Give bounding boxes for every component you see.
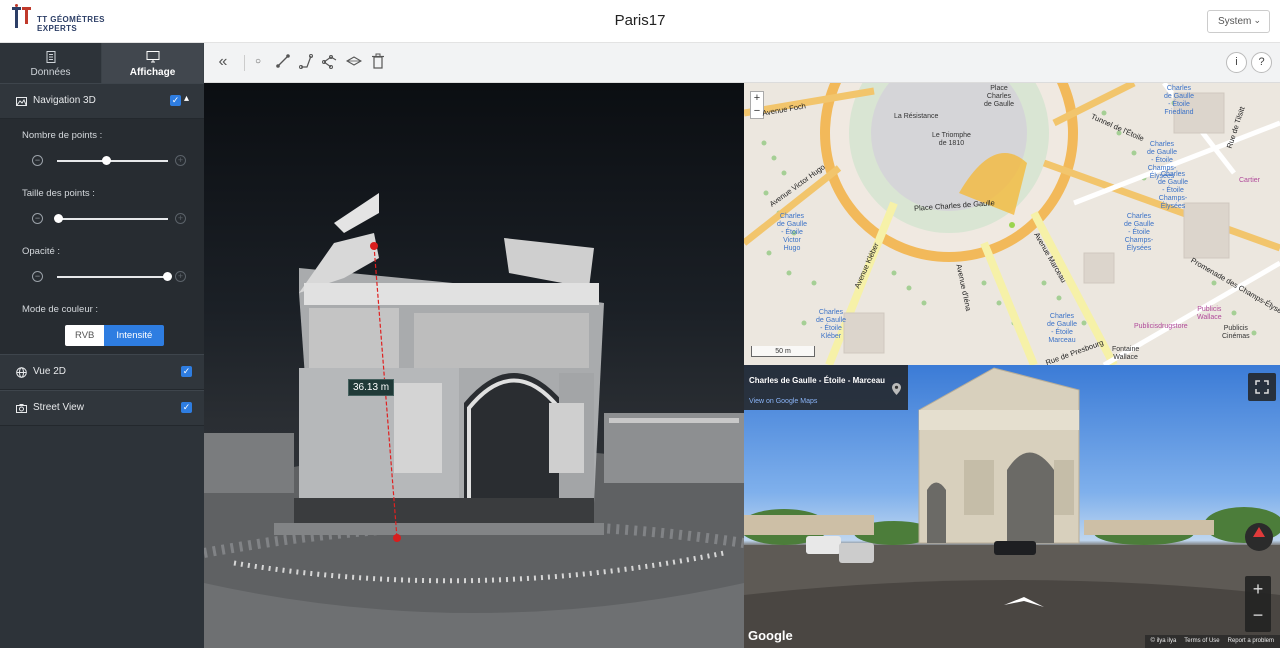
map-label-publicis-drug: Publicisdrugstore bbox=[1134, 323, 1188, 330]
tab-donnees[interactable]: Données bbox=[0, 43, 102, 83]
height-tool-icon[interactable] bbox=[297, 53, 315, 71]
point-size-minus-icon[interactable]: − bbox=[32, 213, 43, 224]
map-2d[interactable]: + − 50 m Place Charles de Gaulle La Résis… bbox=[744, 83, 1280, 365]
point-cloud-render bbox=[204, 193, 744, 648]
vue-2d-checkbox[interactable]: ✓ bbox=[181, 366, 192, 377]
navigation-3d-panel: Nombre de points : − + Taille des points… bbox=[0, 119, 204, 354]
opacity-slider[interactable] bbox=[57, 272, 172, 281]
point-cloud-viewer[interactable]: 36.13 m bbox=[204, 83, 744, 648]
copyright-text: © ilya ilya bbox=[1150, 638, 1177, 644]
point-count-label: Nombre de points : bbox=[22, 130, 103, 141]
info-icon[interactable]: i bbox=[1226, 52, 1247, 73]
app-header: TT GÉOMÈTRES EXPERTS Paris17 System ⌄ bbox=[0, 0, 1280, 43]
tab-donnees-label: Données bbox=[30, 67, 71, 78]
distance-tool-icon[interactable] bbox=[274, 53, 292, 71]
point-count-minus-icon[interactable]: − bbox=[32, 155, 43, 166]
point-tool-icon[interactable]: ○ bbox=[249, 53, 267, 71]
document-icon bbox=[46, 51, 55, 63]
point-size-label: Taille des points : bbox=[22, 188, 95, 199]
point-count-slider-handle[interactable] bbox=[102, 156, 111, 165]
street-view-panel[interactable]: Charles de Gaulle - Étoile - Marceau Vie… bbox=[744, 365, 1280, 648]
globe-icon bbox=[16, 367, 27, 378]
map-label-cartier: Cartier bbox=[1239, 177, 1261, 184]
opacity-label: Opacité : bbox=[22, 246, 61, 257]
street-view-zoom-control[interactable]: + − bbox=[1245, 576, 1271, 632]
map-label-place-cdg: Place Charles de Gaulle bbox=[984, 85, 1014, 108]
point-count-slider[interactable] bbox=[57, 156, 168, 165]
image-icon bbox=[16, 97, 27, 106]
trash-icon[interactable] bbox=[369, 53, 387, 71]
street-view-title: Charles de Gaulle - Étoile - Marceau bbox=[749, 376, 886, 385]
tab-affichage[interactable]: Affichage bbox=[102, 43, 204, 83]
color-mode-intensite-button[interactable]: Intensité bbox=[104, 325, 165, 346]
page-title: Paris17 bbox=[614, 12, 666, 29]
map-label-cdg-hugo: Charles de Gaulle - Étoile Victor Hugo bbox=[777, 213, 807, 252]
toolbar-divider bbox=[244, 55, 245, 71]
point-count-plus-icon[interactable]: + bbox=[175, 155, 186, 166]
collapse-sidebar-icon[interactable]: « bbox=[214, 53, 232, 71]
map-label-cdg-marceau: Charles de Gaulle - Étoile Marceau bbox=[1047, 313, 1077, 344]
fullscreen-button[interactable] bbox=[1248, 373, 1276, 401]
monitor-icon bbox=[146, 51, 159, 63]
street-view-checkbox[interactable]: ✓ bbox=[181, 402, 192, 413]
map-label-cdg-kleber: Charles de Gaulle - Étoile Kléber bbox=[816, 309, 846, 340]
point-size-slider-handle[interactable] bbox=[54, 214, 63, 223]
map-pin-icon[interactable] bbox=[892, 383, 901, 395]
report-problem-link[interactable]: Report a problem bbox=[1228, 638, 1274, 645]
opacity-plus-icon[interactable]: + bbox=[175, 271, 186, 282]
google-logo: Google bbox=[748, 628, 793, 643]
map-label-cdg-champs-2: Charles de Gaulle - Étoile Champs- Élysé… bbox=[1158, 171, 1188, 210]
theme-select-value: System bbox=[1218, 16, 1252, 27]
map-label-resistance: La Résistance bbox=[894, 113, 939, 120]
section-navigation-3d[interactable]: Navigation 3D ✓ ▴ bbox=[0, 83, 204, 119]
opacity-slider-handle[interactable] bbox=[163, 272, 172, 281]
map-label-friedland: Charles de Gaulle - Étoile Friedland bbox=[1164, 85, 1194, 116]
theme-select[interactable]: System ⌄ bbox=[1207, 10, 1270, 33]
map-scale: 50 m bbox=[751, 346, 815, 357]
camera-icon bbox=[16, 404, 27, 413]
opacity-minus-icon[interactable]: − bbox=[32, 271, 43, 282]
measure-toolbar: « ○ i ? bbox=[204, 43, 1280, 83]
street-view-footer: © ilya ilya Terms of Use Report a proble… bbox=[1144, 635, 1280, 648]
fullscreen-icon bbox=[1255, 380, 1269, 394]
area-tool-icon[interactable] bbox=[345, 53, 363, 71]
measurement-label: 36.13 m bbox=[348, 379, 395, 396]
map-label-fontaine: Fontaine Wallace bbox=[1112, 346, 1140, 361]
terms-link[interactable]: Terms of Use bbox=[1184, 638, 1219, 645]
street-view-label: Street View bbox=[33, 402, 84, 413]
angle-tool-icon[interactable] bbox=[321, 53, 339, 71]
view-on-google-maps-link[interactable]: View on Google Maps bbox=[749, 398, 817, 405]
navigation-3d-label: Navigation 3D bbox=[33, 95, 96, 106]
color-mode-rvb-button[interactable]: RVB bbox=[65, 325, 105, 346]
map-label-publicis-wallace: Publicis Wallace bbox=[1197, 306, 1222, 321]
point-size-slider[interactable] bbox=[54, 214, 168, 223]
chevron-down-icon: ⌄ bbox=[1253, 15, 1261, 25]
color-mode-toggle: RVB Intensité bbox=[65, 325, 165, 346]
chevron-up-icon[interactable]: ▴ bbox=[184, 93, 189, 104]
map-label-triomphe: Le Triomphe de 1810 bbox=[932, 132, 971, 147]
map-label-cdg-champs-3: Charles de Gaulle - Étoile Champs- Élysé… bbox=[1124, 213, 1154, 252]
sidebar: Données Affichage Navigation 3D ✓ ▴ Nomb… bbox=[0, 43, 204, 648]
point-size-plus-icon[interactable]: + bbox=[175, 213, 186, 224]
street-view-info-card: Charles de Gaulle - Étoile - Marceau Vie… bbox=[744, 365, 908, 410]
navigation-3d-checkbox[interactable]: ✓ bbox=[170, 95, 181, 106]
help-icon[interactable]: ? bbox=[1251, 52, 1272, 73]
section-street-view[interactable]: Street View ✓ bbox=[0, 390, 204, 426]
color-mode-label: Mode de couleur : bbox=[22, 304, 99, 315]
vue-2d-label: Vue 2D bbox=[33, 366, 66, 377]
map-label-publicis-cinemas: Publicis Cinémas bbox=[1222, 325, 1250, 340]
sidebar-tabs: Données Affichage bbox=[0, 43, 204, 83]
tab-affichage-label: Affichage bbox=[129, 67, 176, 78]
section-vue-2d[interactable]: Vue 2D ✓ bbox=[0, 354, 204, 390]
